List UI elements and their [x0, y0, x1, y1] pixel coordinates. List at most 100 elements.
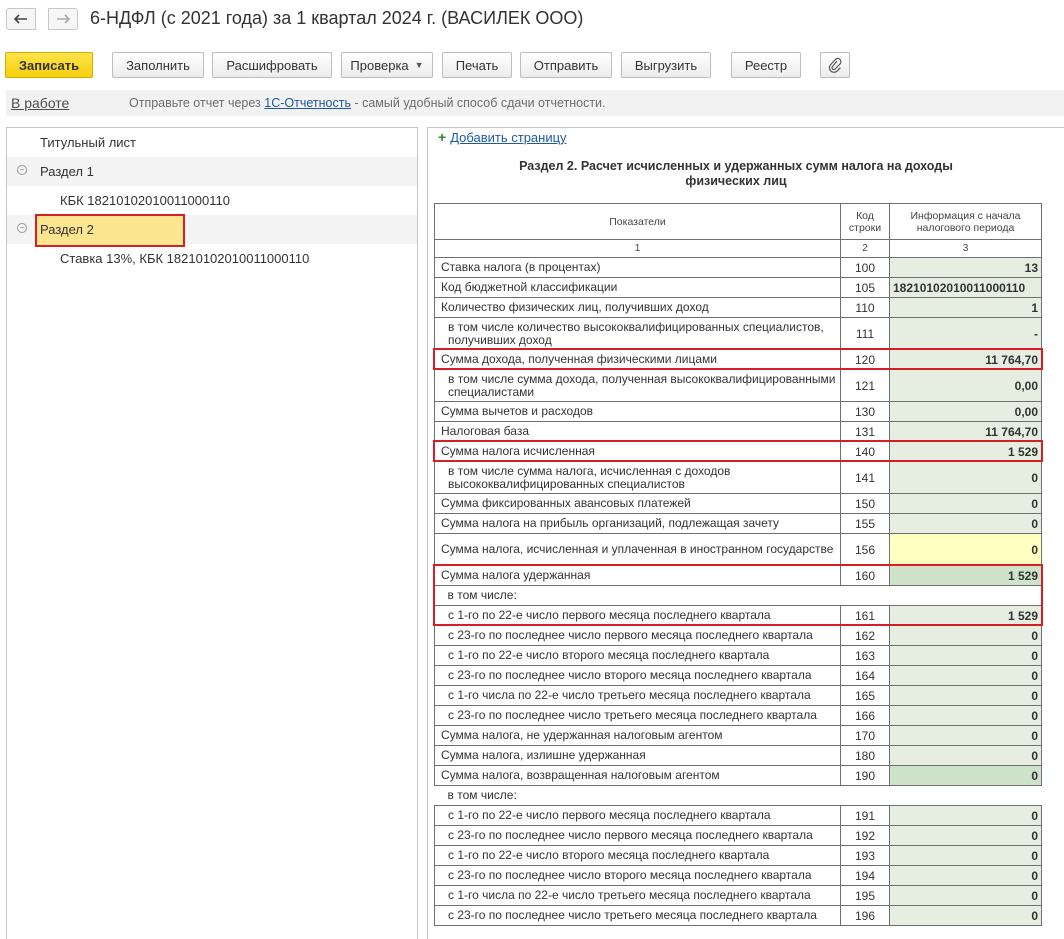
row-label: с 23-го по последнее число второго месяц…	[434, 665, 841, 686]
row-value[interactable]: 1 529	[889, 605, 1042, 626]
reporting-link[interactable]: 1С-Отчетность	[264, 96, 351, 110]
row-code: 105	[840, 277, 890, 298]
row-value[interactable]: 18210102010011000110	[889, 277, 1042, 298]
print-button[interactable]: Печать	[442, 52, 512, 78]
table-row: Код бюджетной классификации 105 1821010201…	[434, 277, 1042, 298]
table-row: в том числе сумма налога, исчисленная с …	[434, 461, 1042, 494]
row-code: 110	[840, 297, 890, 318]
table-row: с 1-го по 22-е число второго месяца посл…	[434, 845, 1042, 866]
toolbar: Записать Заполнить Расшифровать Проверка…	[0, 52, 1064, 79]
row-value[interactable]: 0	[889, 765, 1042, 786]
status-link[interactable]: В работе	[11, 95, 69, 111]
row-value[interactable]: 0	[889, 885, 1042, 906]
row-value[interactable]: 0	[889, 533, 1042, 566]
row-code: 163	[840, 645, 890, 666]
send-button[interactable]: Отправить	[520, 52, 612, 78]
tree-item-section-1[interactable]: − Раздел 1	[7, 157, 417, 186]
tree-item-title-page[interactable]: Титульный лист	[7, 128, 417, 157]
row-code: 160	[840, 565, 890, 586]
tree-item-label: КБК 18210102010011000110	[60, 193, 230, 208]
row-value[interactable]: 0	[889, 513, 1042, 534]
row-value[interactable]: 0	[889, 745, 1042, 766]
row-code: 100	[840, 257, 890, 278]
tree-item-label: Раздел 1	[40, 164, 94, 179]
header-code: Код строки	[840, 203, 890, 240]
table-row: Налоговая база 131 11 764,70	[434, 421, 1042, 442]
decode-button[interactable]: Расшифровать	[212, 52, 332, 78]
row-label: с 1-го числа по 22-е число третьего меся…	[434, 885, 841, 906]
registry-button[interactable]: Реестр	[731, 52, 801, 78]
table-row: с 23-го по последнее число первого месяц…	[434, 825, 1042, 846]
row-value[interactable]: 0,00	[889, 401, 1042, 422]
check-dropdown[interactable]: Проверка ▼	[341, 52, 433, 78]
collapse-icon[interactable]: −	[17, 165, 27, 175]
row-label: Сумма дохода, полученная физическими лиц…	[434, 349, 841, 370]
export-button[interactable]: Выгрузить	[621, 52, 711, 78]
check-label: Проверка	[350, 57, 409, 73]
back-button[interactable]	[6, 8, 36, 30]
row-code: 120	[840, 349, 890, 370]
attach-button[interactable]	[820, 52, 850, 78]
row-value[interactable]: 0	[889, 625, 1042, 646]
table-row: с 23-го по последнее число третьего меся…	[434, 905, 1042, 926]
fill-button[interactable]: Заполнить	[112, 52, 204, 78]
save-button[interactable]: Записать	[5, 52, 93, 78]
row-code: 131	[840, 421, 890, 442]
row-value[interactable]: 0	[889, 905, 1042, 926]
collapse-icon[interactable]: −	[17, 223, 27, 233]
row-value[interactable]: 0	[889, 665, 1042, 686]
row-value[interactable]: 11 764,70	[889, 421, 1042, 442]
tree-item-section-2[interactable]: Раздел 2	[35, 214, 185, 247]
row-label: с 23-го по последнее число первого месяц…	[434, 825, 841, 846]
row-value[interactable]: 13	[889, 257, 1042, 278]
row-code: 121	[840, 369, 890, 402]
section-title: Раздел 2. Расчет исчисленных и удержанны…	[519, 159, 953, 188]
forward-button[interactable]	[48, 8, 78, 30]
tree-item-kbk[interactable]: КБК 18210102010011000110	[7, 186, 417, 215]
arrow-left-icon	[14, 14, 27, 24]
row-value[interactable]: -	[889, 317, 1042, 350]
row-value[interactable]: 0	[889, 461, 1042, 494]
add-page[interactable]: + Добавить страницу	[438, 129, 567, 145]
row-label: с 1-го по 22-е число первого месяца посл…	[434, 605, 841, 626]
tree-item-label: Раздел 2	[40, 222, 94, 237]
row-code: 193	[840, 845, 890, 866]
row-label: в том числе сумма дохода, полученная выс…	[434, 369, 841, 402]
row-code: 161	[840, 605, 890, 626]
row-value[interactable]: 11 764,70	[889, 349, 1042, 370]
row-label: Налоговая база	[434, 421, 841, 442]
row-value[interactable]: 0	[889, 865, 1042, 886]
table-row: Сумма налога, не удержанная налоговым аг…	[434, 725, 1042, 746]
row-code: 164	[840, 665, 890, 686]
row-label: Сумма налога исчисленная	[434, 441, 841, 462]
row-value[interactable]: 0	[889, 685, 1042, 706]
row-value[interactable]: 0	[889, 493, 1042, 514]
row-label: Сумма фиксированных авансовых платежей	[434, 493, 841, 514]
row-value[interactable]: 0	[889, 845, 1042, 866]
table-row: с 1-го числа по 22-е число третьего меся…	[434, 685, 1042, 706]
info-text-before: Отправьте отчет через	[129, 96, 265, 110]
table-row: с 23-го по последнее число первого месяц…	[434, 625, 1042, 646]
row-code: 195	[840, 885, 890, 906]
row-label: Сумма налога, исчисленная и уплаченная в…	[434, 533, 841, 566]
row-value[interactable]: 0	[889, 805, 1042, 826]
row-value[interactable]: 0	[889, 825, 1042, 846]
row-label: с 1-го числа по 22-е число третьего меся…	[434, 685, 841, 706]
add-page-link[interactable]: Добавить страницу	[450, 130, 566, 145]
row-value[interactable]: 0	[889, 645, 1042, 666]
row-value[interactable]: 1 529	[889, 441, 1042, 462]
row-value[interactable]: 0,00	[889, 369, 1042, 402]
tree-item-label: Ставка 13%, КБК 18210102010011000110	[60, 251, 310, 266]
row-label: Сумма налога, не удержанная налоговым аг…	[434, 725, 841, 746]
row-code: 165	[840, 685, 890, 706]
table-row: с 23-го по последнее число третьего меся…	[434, 705, 1042, 726]
table-row: с 1-го числа по 22-е число третьего меся…	[434, 885, 1042, 906]
row-label: в том числе количество высококвалифициро…	[434, 317, 841, 350]
row-code: 196	[840, 905, 890, 926]
row-value[interactable]: 0	[889, 725, 1042, 746]
row-value[interactable]: 1	[889, 297, 1042, 318]
tree-item-rate-kbk[interactable]: Ставка 13%, КБК 18210102010011000110	[7, 244, 417, 273]
row-value[interactable]: 0	[889, 705, 1042, 726]
table-row: Сумма налога удержанная 160 1 529	[434, 565, 1042, 586]
row-value[interactable]: 1 529	[889, 565, 1042, 586]
